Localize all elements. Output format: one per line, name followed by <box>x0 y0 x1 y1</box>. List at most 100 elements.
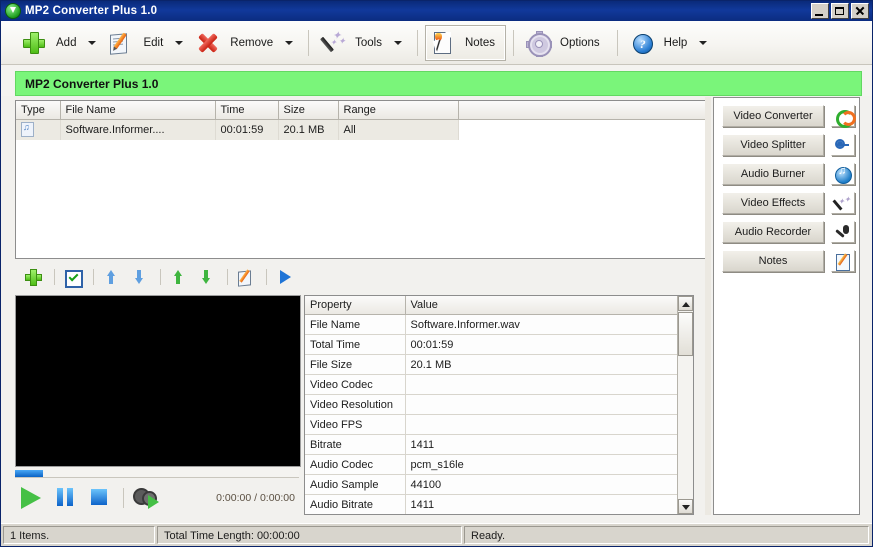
sidebar-item-video-splitter[interactable]: Video Splitter <box>722 134 824 156</box>
audio-file-icon <box>21 122 34 137</box>
checkbox-icon <box>65 270 83 288</box>
minimize-button[interactable] <box>811 3 829 19</box>
property-value: 1411 <box>405 494 679 514</box>
property-value <box>405 394 679 415</box>
property-key: Video Codec <box>305 374 406 395</box>
convert-icon <box>832 106 856 128</box>
remove-dropdown-arrow-icon[interactable] <box>285 38 294 47</box>
property-key: File Size <box>305 354 406 375</box>
cell-time: 00:01:59 <box>215 119 279 140</box>
sidebar-item-audio-recorder[interactable]: Audio Recorder <box>722 221 824 243</box>
properties-scrollbar[interactable] <box>677 296 693 514</box>
tools-dropdown-arrow-icon[interactable] <box>393 38 403 47</box>
edit-item-button[interactable] <box>233 267 259 287</box>
column-header-time[interactable]: Time <box>215 101 279 120</box>
mini-separator-2 <box>93 269 94 285</box>
table-row[interactable]: Video Resolution <box>305 394 679 415</box>
sidebar-item-video-converter[interactable]: Video Converter <box>722 105 824 127</box>
property-value <box>405 374 679 395</box>
plus-icon <box>21 30 47 56</box>
playback-separator <box>123 488 124 508</box>
property-key: File Name <box>305 314 406 335</box>
check-all-button[interactable] <box>60 267 86 288</box>
mini-separator-4 <box>227 269 228 285</box>
scroll-down-button[interactable] <box>678 499 693 514</box>
video-preview[interactable] <box>15 295 301 467</box>
column-header-range[interactable]: Range <box>338 101 459 120</box>
video-converter-icon-button[interactable] <box>831 105 856 128</box>
add-file-button[interactable] <box>21 267 47 287</box>
mini-separator-3 <box>160 269 161 285</box>
snapshot-button[interactable] <box>130 484 164 512</box>
help-icon: ? <box>629 30 655 56</box>
column-header-value[interactable]: Value <box>405 296 679 315</box>
status-bar: 1 Items. Total Time Length: 00:00:00 Rea… <box>1 523 872 546</box>
audio-recorder-icon-button[interactable] <box>831 221 855 243</box>
property-value: 44100 <box>405 474 679 495</box>
edit-dropdown-arrow-icon[interactable] <box>175 38 184 47</box>
toolbar-add-button[interactable]: Add <box>17 26 86 60</box>
panel-splitter[interactable] <box>705 97 711 515</box>
column-header-filler <box>458 101 709 120</box>
cell-size: 20.1 MB <box>278 119 339 140</box>
table-row[interactable]: Video Codec <box>305 374 679 395</box>
notes-icon-button[interactable] <box>831 250 855 272</box>
move-down-button[interactable] <box>127 267 153 287</box>
table-row[interactable]: Audio Bitrate 1411 <box>305 494 679 514</box>
seek-bar[interactable] <box>15 470 299 478</box>
magic-wand-icon: ✦ ✦ <box>832 193 854 213</box>
table-row[interactable]: Bitrate 1411 <box>305 434 679 455</box>
video-effects-icon-button[interactable]: ✦ ✦ <box>831 192 855 214</box>
table-row[interactable]: File Name Software.Informer.wav <box>305 314 679 335</box>
table-row[interactable]: File Size 20.1 MB <box>305 354 679 375</box>
start-button[interactable] <box>272 267 298 287</box>
microphone-icon <box>832 222 854 242</box>
toolbar-remove-label: Remove <box>230 36 274 49</box>
video-splitter-icon-button[interactable] <box>831 134 855 156</box>
app-logo-icon <box>5 3 21 19</box>
table-row[interactable]: Software.Informer.... 00:01:59 20.1 MB A… <box>16 119 709 140</box>
column-header-filename[interactable]: File Name <box>60 101 216 120</box>
sidebar-item-audio-burner[interactable]: Audio Burner <box>722 163 824 185</box>
stop-button[interactable] <box>83 484 117 512</box>
toolbar-remove-button[interactable]: Remove <box>191 26 283 60</box>
maximize-button[interactable] <box>831 3 849 19</box>
move-bottom-button[interactable] <box>194 267 220 287</box>
property-key: Bitrate <box>305 434 406 455</box>
property-value: 20.1 MB <box>405 354 679 375</box>
sidebar-item-video-effects[interactable]: Video Effects <box>722 192 824 214</box>
audio-burner-icon-button[interactable] <box>831 163 855 185</box>
table-row[interactable]: Audio Codec pcm_s16le <box>305 454 679 475</box>
move-top-button[interactable] <box>166 267 192 287</box>
scrollbar-thumb[interactable] <box>678 312 693 356</box>
notepad-pencil-icon <box>832 251 854 271</box>
scroll-up-button[interactable] <box>678 296 693 311</box>
scissors-icon <box>832 135 854 155</box>
toolbar-add-label: Add <box>56 36 77 49</box>
column-header-size[interactable]: Size <box>278 101 339 120</box>
column-header-property[interactable]: Property <box>305 296 406 315</box>
play-button[interactable] <box>15 484 49 512</box>
table-row[interactable]: Total Time 00:01:59 <box>305 334 679 355</box>
pause-button[interactable] <box>49 484 83 512</box>
toolbar-tools-button[interactable]: ✦ ✦ ✦ Tools <box>316 26 392 60</box>
file-list[interactable]: Type File Name Time Size Range Software.… <box>15 100 710 259</box>
delete-icon <box>195 30 221 56</box>
cell-range: All <box>338 119 459 140</box>
table-row[interactable]: Audio Sample 44100 <box>305 474 679 495</box>
toolbar-help-button[interactable]: ? Help <box>625 26 698 60</box>
toolbar-edit-button[interactable]: Edit <box>104 26 173 60</box>
property-key: Total Time <box>305 334 406 355</box>
wand-icon: ✦ ✦ ✦ <box>320 30 346 56</box>
help-dropdown-arrow-icon[interactable] <box>699 38 708 47</box>
module-row-video-splitter: Video Splitter <box>722 134 859 156</box>
add-dropdown-arrow-icon[interactable] <box>88 38 97 47</box>
close-button[interactable] <box>851 3 869 19</box>
property-key: Audio Sample <box>305 474 406 495</box>
move-up-button[interactable] <box>99 267 125 287</box>
table-row[interactable]: Video FPS <box>305 414 679 435</box>
product-banner: MP2 Converter Plus 1.0 <box>15 71 862 96</box>
sidebar-item-notes[interactable]: Notes <box>722 250 824 272</box>
property-value <box>405 414 679 435</box>
column-header-type[interactable]: Type <box>16 101 61 120</box>
